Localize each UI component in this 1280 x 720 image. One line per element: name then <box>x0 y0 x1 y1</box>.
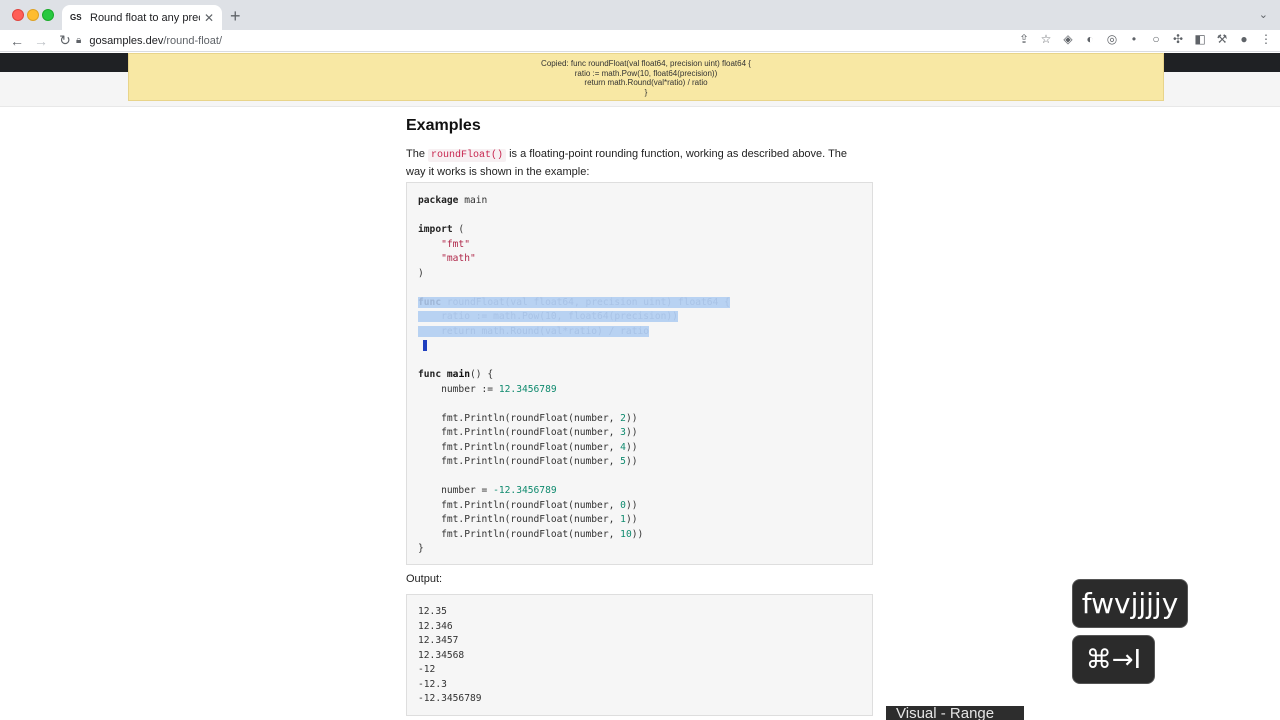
code-text: )) <box>625 412 638 424</box>
toast-line: ratio := math.Pow(10, float64(precision)… <box>574 68 718 78</box>
output-line: 12.34568 <box>418 649 465 661</box>
output-line: 12.346 <box>418 620 453 632</box>
inline-code: roundFloat() <box>428 149 507 162</box>
window-close-button[interactable] <box>12 9 24 21</box>
site-favicon-icon: GS <box>70 13 82 22</box>
code-text: )) <box>625 499 638 511</box>
lock-icon: 🔒︎ <box>76 35 82 46</box>
vim-mode-indicator: Visual - Range <box>886 706 1024 720</box>
url-path: /round-float/ <box>163 34 223 47</box>
code-function-name: main <box>446 369 470 380</box>
output-line: -12 <box>418 664 436 675</box>
text-cursor <box>423 339 427 351</box>
browser-tab-strip: GS Round float to any precision in ✕ + ⌄ <box>0 0 1280 30</box>
intro-text: The <box>406 148 429 160</box>
code-text: ( <box>452 224 465 235</box>
extensions-puzzle-icon[interactable]: ✣ <box>1172 32 1184 46</box>
window-zoom-button[interactable] <box>42 9 54 21</box>
tab-title: Round float to any precision in <box>90 11 200 24</box>
extension-swirl-icon[interactable]: ◐ <box>1084 32 1096 46</box>
window-minimize-button[interactable] <box>27 9 39 21</box>
code-string: "math" <box>441 253 476 264</box>
share-icon[interactable]: ⇪ <box>1018 32 1030 46</box>
browser-tab[interactable]: GS Round float to any precision in ✕ <box>62 5 222 30</box>
section-heading: Examples <box>406 117 481 134</box>
menu-kebab-icon[interactable]: ⋮ <box>1260 32 1272 46</box>
code-text: () { <box>470 369 494 380</box>
code-text: fmt.Println(roundFloat(number, <box>418 499 621 511</box>
extension-shield-icon[interactable]: ◈ <box>1062 32 1074 46</box>
output-line: 12.35 <box>418 606 447 617</box>
extension-globe-icon[interactable]: ◎ <box>1106 32 1118 46</box>
copied-toast: Copied: func roundFloat(val float64, pre… <box>128 53 1164 101</box>
address-bar[interactable]: 🔒︎ gosamples.dev/round-float/ <box>76 30 222 51</box>
selected-code-line: ratio := math.Pow(10, float64(precision)… <box>418 311 678 322</box>
code-text: fmt.Println(roundFloat(number, <box>418 412 621 424</box>
code-number: -12.3456789 <box>493 485 557 496</box>
extension-dot-icon[interactable]: • <box>1128 32 1140 46</box>
keystroke-combo-overlay: ⌘→I <box>1072 635 1155 684</box>
url-host: gosamples.dev <box>89 34 164 47</box>
code-text: fmt.Println(roundFloat(number, <box>418 456 621 467</box>
selected-code-line: return math.Round(val*ratio) / ratio <box>418 325 650 337</box>
output-line: 12.3457 <box>418 635 459 646</box>
intro-paragraph: The roundFloat() is a floating-point rou… <box>406 146 866 180</box>
code-text: ) <box>418 267 424 279</box>
code-text: fmt.Println(roundFloat(number, <box>418 514 621 525</box>
new-tab-button[interactable]: + <box>230 6 241 27</box>
toast-line: return math.Round(val*ratio) / ratio <box>584 78 708 87</box>
code-text: )) <box>631 528 644 540</box>
side-panel-icon[interactable]: ◧ <box>1194 32 1206 46</box>
reload-icon[interactable]: ↻ <box>58 32 72 49</box>
output-content: 12.35 12.346 12.3457 12.34568 -12 -12.3 … <box>418 605 482 707</box>
code-block[interactable]: package main import ( "fmt" "math" ) fun… <box>406 182 873 565</box>
code-text: fmt.Println(roundFloat(number, <box>418 441 621 453</box>
code-content: package main import ( "fmt" "math" ) fun… <box>418 194 730 557</box>
back-arrow-icon[interactable]: ← <box>10 33 24 49</box>
code-string: "fmt" <box>441 238 470 250</box>
selected-code-line: func roundFloat(val float64, precision u… <box>418 296 730 308</box>
code-text: )) <box>625 456 638 467</box>
output-line: -12.3456789 <box>418 693 482 704</box>
code-keyword: import <box>418 224 453 235</box>
code-text: )) <box>625 427 638 438</box>
code-keyword: package <box>418 195 459 206</box>
toast-line: } <box>644 87 648 97</box>
tab-close-icon[interactable]: ✕ <box>204 11 214 25</box>
code-keyword: func <box>418 296 442 308</box>
code-text: number := <box>418 383 499 395</box>
output-block[interactable]: 12.35 12.346 12.3457 12.34568 -12 -12.3 … <box>406 594 873 716</box>
output-line: -12.3 <box>418 678 447 690</box>
tab-search-chevron-icon[interactable]: ⌄ <box>1259 8 1268 21</box>
code-text: fmt.Println(roundFloat(number, <box>418 528 621 540</box>
toast-line: Copied: func roundFloat(val float64, pre… <box>541 59 751 68</box>
browser-toolbar: ← → ↻ 🔒︎ gosamples.dev/round-float/ ⇪ ☆ … <box>0 30 1280 52</box>
keystroke-overlay: fwvjjjjy <box>1072 579 1188 628</box>
code-text: )) <box>625 514 638 525</box>
bookmark-star-icon[interactable]: ☆ <box>1040 32 1052 46</box>
extension-tool-icon[interactable]: ⚒ <box>1216 32 1228 46</box>
code-keyword: func <box>418 369 442 380</box>
code-text: main <box>458 195 488 206</box>
toolbar-icons: ⇪ ☆ ◈ ◐ ◎ • ○ ✣ ◧ ⚒ ● ⋮ <box>1018 32 1272 46</box>
output-label: Output: <box>406 573 443 585</box>
code-text: roundFloat(val float64, precision uint) … <box>441 296 730 308</box>
forward-arrow-icon[interactable]: → <box>34 33 48 49</box>
code-text: fmt.Println(roundFloat(number, <box>418 427 621 438</box>
profile-icon[interactable]: ● <box>1238 32 1250 46</box>
code-number: 10 <box>620 528 632 540</box>
article-content: Examples The roundFloat() is a floating-… <box>406 110 874 180</box>
code-text: } <box>418 543 424 554</box>
extension-circle-icon[interactable]: ○ <box>1150 32 1162 46</box>
code-text: )) <box>625 441 638 453</box>
code-number: 12.3456789 <box>498 383 557 395</box>
code-text: number = <box>418 485 494 496</box>
